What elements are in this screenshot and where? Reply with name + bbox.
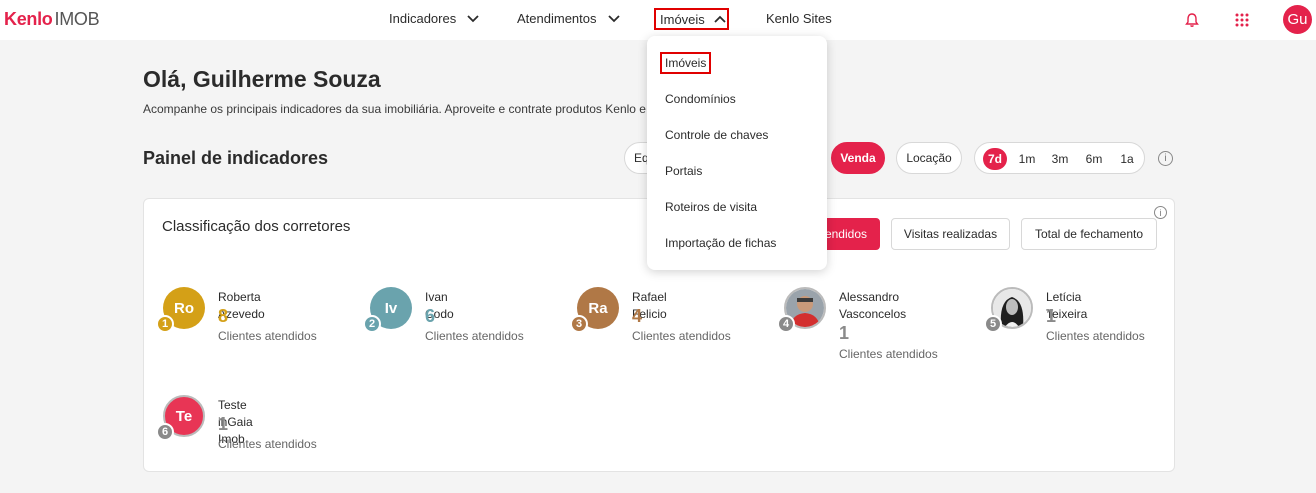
nav-imoveis[interactable]: Imóveis xyxy=(654,8,729,30)
rank-badge: 2 xyxy=(363,315,381,333)
info-icon[interactable]: i xyxy=(1158,151,1173,166)
period-1m[interactable]: 1m xyxy=(1017,148,1037,170)
user-avatar[interactable]: Gu xyxy=(1283,5,1312,34)
ranking-info-icon[interactable]: i xyxy=(1154,206,1167,219)
rank-badge: 5 xyxy=(984,315,1002,333)
rank-badge: 1 xyxy=(156,315,174,333)
apps-grid-icon[interactable] xyxy=(1230,8,1254,32)
menu-item-portais[interactable]: Portais xyxy=(665,164,702,178)
tab-visitas-realizadas[interactable]: Visitas realizadas xyxy=(891,218,1010,250)
top-bar: Kenlo IMOB Indicadores Atendimentos Imóve… xyxy=(0,0,1316,40)
panel-title: Painel de indicadores xyxy=(143,148,329,168)
menu-item-importacao-fichas[interactable]: Importação de fichas xyxy=(665,236,776,250)
broker-value: 6 xyxy=(425,306,436,326)
broker-metric-label: Clientes atendidos xyxy=(632,329,731,343)
kenlo-logo[interactable]: Kenlo IMOB xyxy=(4,9,100,30)
menu-item-controle-chaves[interactable]: Controle de chaves xyxy=(665,128,768,142)
locacao-toggle[interactable]: Locação xyxy=(896,142,962,174)
nav-atendimentos[interactable]: Atendimentos xyxy=(517,11,621,26)
broker-name: Alessandro Vasconcelos xyxy=(839,290,907,321)
period-7d[interactable]: 7d xyxy=(983,148,1007,170)
venda-toggle[interactable]: Venda xyxy=(831,142,885,174)
menu-item-roteiros-visita[interactable]: Roteiros de visita xyxy=(665,200,757,214)
chevron-down-icon xyxy=(467,14,479,22)
period-3m[interactable]: 3m xyxy=(1049,148,1071,170)
chevron-up-icon xyxy=(714,15,726,23)
chevron-down-icon xyxy=(607,14,620,22)
nav-kenlo-sites[interactable]: Kenlo Sites xyxy=(766,11,832,26)
broker-metric-label: Clientes atendidos xyxy=(425,329,524,343)
menu-item-condominios[interactable]: Condomínios xyxy=(665,92,736,106)
greeting-subtitle: Acompanhe os principais indicadores da s… xyxy=(143,102,648,116)
broker-value: 4 xyxy=(632,306,643,326)
rank-badge: 3 xyxy=(570,315,588,333)
tab-total-fechamento[interactable]: Total de fechamento xyxy=(1021,218,1157,250)
imoveis-dropdown-menu: Imóveis Condomínios Controle de chaves P… xyxy=(647,36,827,270)
broker-metric-label: Clientes atendidos xyxy=(218,329,317,343)
broker-value: 1 xyxy=(218,414,229,434)
rank-badge: 6 xyxy=(156,423,174,441)
period-6m[interactable]: 6m xyxy=(1083,148,1105,170)
broker-metric-label: Clientes atendidos xyxy=(839,347,938,361)
greeting-title: Olá, Guilherme Souza xyxy=(143,66,381,92)
rank-badge: 4 xyxy=(777,315,795,333)
nav-indicadores[interactable]: Indicadores xyxy=(389,11,480,26)
broker-metric-label: Clientes atendidos xyxy=(218,437,317,451)
menu-item-imoveis[interactable]: Imóveis xyxy=(660,52,712,74)
ranking-title: Classificação dos corretores xyxy=(162,218,351,235)
broker-metric-label: Clientes atendidos xyxy=(1046,329,1145,343)
period-1a[interactable]: 1a xyxy=(1117,148,1137,170)
period-selector: 7d 1m 3m 6m 1a xyxy=(974,142,1145,174)
broker-value: 1 xyxy=(839,323,850,343)
broker-value: 8 xyxy=(218,306,229,326)
broker-value: 1 xyxy=(1046,306,1057,326)
bell-icon[interactable] xyxy=(1180,8,1204,32)
